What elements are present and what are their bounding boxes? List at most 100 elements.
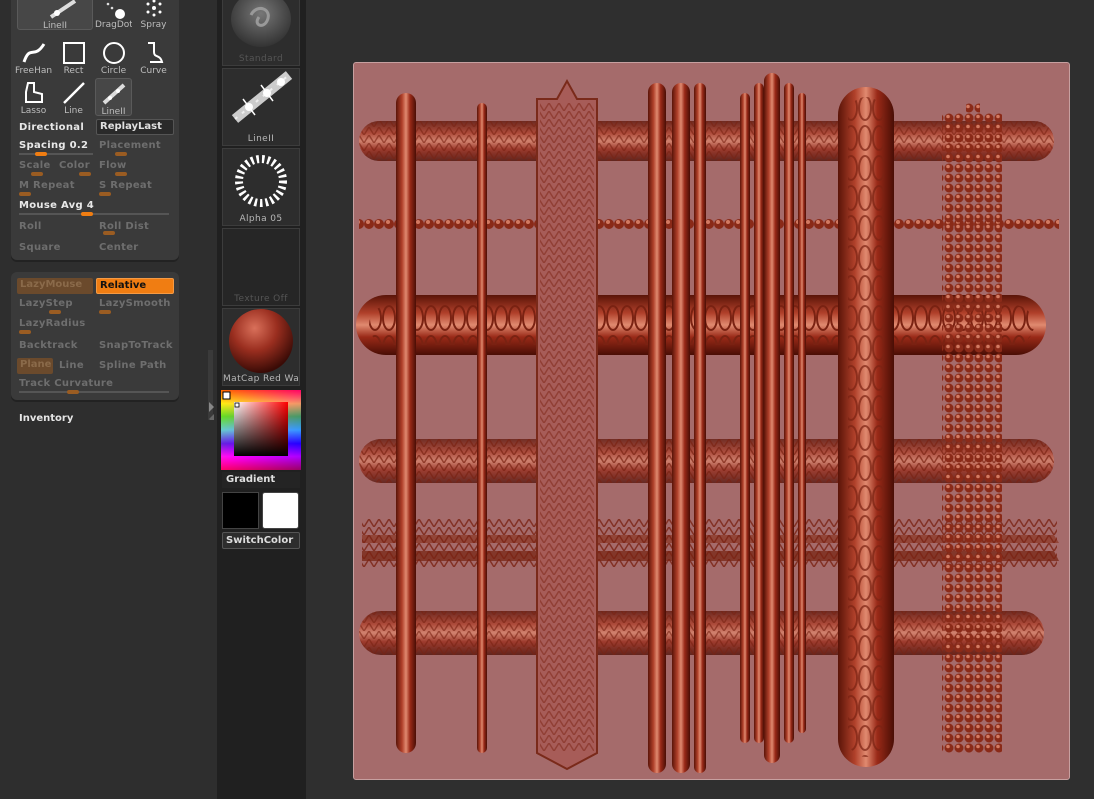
scale-slider-knob[interactable] [31,172,43,176]
circle-icon [102,42,125,64]
gradient-toggle[interactable]: Gradient [222,472,300,488]
dragdot-icon [106,2,125,19]
directional-toggle[interactable]: Directional [19,122,84,133]
stroke-circle-button[interactable]: Circle [95,38,132,76]
stroke-label: DragDot [95,20,132,30]
texture-slot[interactable]: Texture Off [222,228,300,306]
stroke-line2-icon [102,83,125,105]
stroke-label: Rect [63,66,84,76]
replay-last-button[interactable]: ReplayLast [96,119,174,135]
freehand-icon [22,43,45,63]
track-curvature-slider[interactable] [19,391,169,393]
stroke-label: Curve [140,66,167,76]
lazysmooth-slider-label[interactable]: LazySmooth [99,298,171,309]
stroke-line-button[interactable]: Line [55,78,92,116]
switch-color-button[interactable]: SwitchColor [222,532,300,549]
color-picker-gradient[interactable] [221,390,301,470]
lazymouse-palette: LazyMouse Relative LazyStep LazySmooth L… [11,272,179,400]
curve-icon [147,42,163,63]
stroke-slot[interactable]: LineII [222,68,300,146]
color-slider-knob[interactable] [79,172,91,176]
brush-slot[interactable]: Standard [222,0,300,66]
icon-shelf: Standard LineII Alpha 05 Texture Off Mat… [217,0,306,799]
placement-slider-knob[interactable] [115,152,127,156]
lazymouse-toggle[interactable]: LazyMouse [17,278,93,294]
stroke-label: LineII [247,134,275,144]
lazyradius-slider-knob[interactable] [19,330,31,334]
line-toggle[interactable]: Line [59,360,84,371]
roll-dist-slider-knob[interactable] [103,231,115,235]
placement-slider-label[interactable]: Placement [99,140,161,151]
spray-icon [146,0,161,17]
stroke-freehand-button[interactable]: FreeHand [15,38,52,76]
alpha-05-icon [235,155,287,207]
track-curvature-slider-knob[interactable] [67,390,79,394]
spacing-slider-label[interactable]: Spacing 0.2 [19,140,88,151]
inventory-title: Inventory [19,413,74,424]
backtrack-toggle[interactable]: Backtrack [19,340,78,351]
left-tray: LineII DragDot Spray FreeHand Rect Ci [0,0,217,799]
stroke-spray-button[interactable]: Spray [135,0,172,30]
stroke-label: FreeHand [15,66,52,76]
stroke-line2-icon [231,71,293,123]
stroke-label: Spray [140,20,167,30]
material-slot[interactable]: MatCap Red Wax [222,308,300,386]
lazyradius-slider-label[interactable]: LazyRadius [19,318,86,329]
standard-brush-icon [231,0,291,47]
roll-toggle[interactable]: Roll [19,221,42,232]
lazystep-slider-knob[interactable] [49,310,61,314]
flow-slider-label[interactable]: Flow [99,160,127,171]
alpha-label: Alpha 05 [239,214,283,224]
stroke-label: Line [64,106,83,116]
spline-path-toggle[interactable]: Spline Path [99,360,167,371]
lazysmooth-slider-knob[interactable] [99,310,111,314]
stroke-label: Circle [100,66,127,76]
flow-slider-knob[interactable] [115,172,127,176]
canvas-document[interactable] [353,62,1070,780]
s-repeat-slider-label[interactable]: S Repeat [99,180,152,191]
relative-toggle[interactable]: Relative [96,278,174,294]
stroke-lineii-button[interactable]: LineII [95,78,132,117]
texture-label: Texture Off [234,294,288,304]
mouse-avg-slider-label[interactable]: Mouse Avg 4 [19,200,94,211]
color-slider-label[interactable]: Color [59,160,90,171]
brush-label: Standard [238,54,284,64]
m-repeat-slider-knob[interactable] [19,192,31,196]
stroke-palette: LineII DragDot Spray FreeHand Rect Ci [11,0,179,260]
center-toggle[interactable]: Center [99,242,139,253]
stroke-label: Lasso [20,106,47,116]
document-area [306,0,1094,799]
sculpted-strokes-canvas[interactable] [354,63,1070,780]
spacing-slider[interactable] [19,153,93,155]
scale-slider-label[interactable]: Scale [19,160,51,171]
snaptotrack-toggle[interactable]: SnapToTrack [99,340,173,351]
lazystep-slider-label[interactable]: LazyStep [19,298,73,309]
color-picker[interactable] [221,390,301,470]
mouse-avg-slider[interactable] [19,213,169,215]
stroke-line2-icon [49,0,77,19]
secondary-color-swatch[interactable] [262,492,299,529]
material-label: MatCap Red Wax [223,374,299,384]
stroke-lasso-button[interactable]: Lasso [15,78,52,116]
stroke-label: LineII [42,21,68,31]
zbrush-window: LineII DragDot Spray FreeHand Rect Ci [0,0,1094,799]
stroke-dragdot-button[interactable]: DragDot [95,0,132,30]
stroke-lineii-top-button[interactable]: LineII [17,0,93,31]
rect-icon [62,42,85,64]
alpha-slot[interactable]: Alpha 05 [222,148,300,226]
track-curvature-slider-label[interactable]: Track Curvature [19,378,113,389]
stroke-rect-button[interactable]: Rect [55,38,92,76]
plane-toggle[interactable]: Plane [17,358,53,374]
m-repeat-slider-label[interactable]: M Repeat [19,180,75,191]
stroke-curve-button[interactable]: Curve [135,38,172,76]
mouse-avg-slider-knob[interactable] [81,212,93,216]
line-icon [62,82,85,104]
tray-collapse-handle[interactable] [208,350,215,420]
square-toggle[interactable]: Square [19,242,61,253]
matcap-red-wax-sphere-icon [229,309,293,373]
s-repeat-slider-knob[interactable] [99,192,111,196]
stroke-label: LineII [101,107,126,117]
main-color-swatch[interactable] [222,492,259,529]
lasso-icon [24,82,43,103]
spacing-slider-knob[interactable] [35,152,47,156]
